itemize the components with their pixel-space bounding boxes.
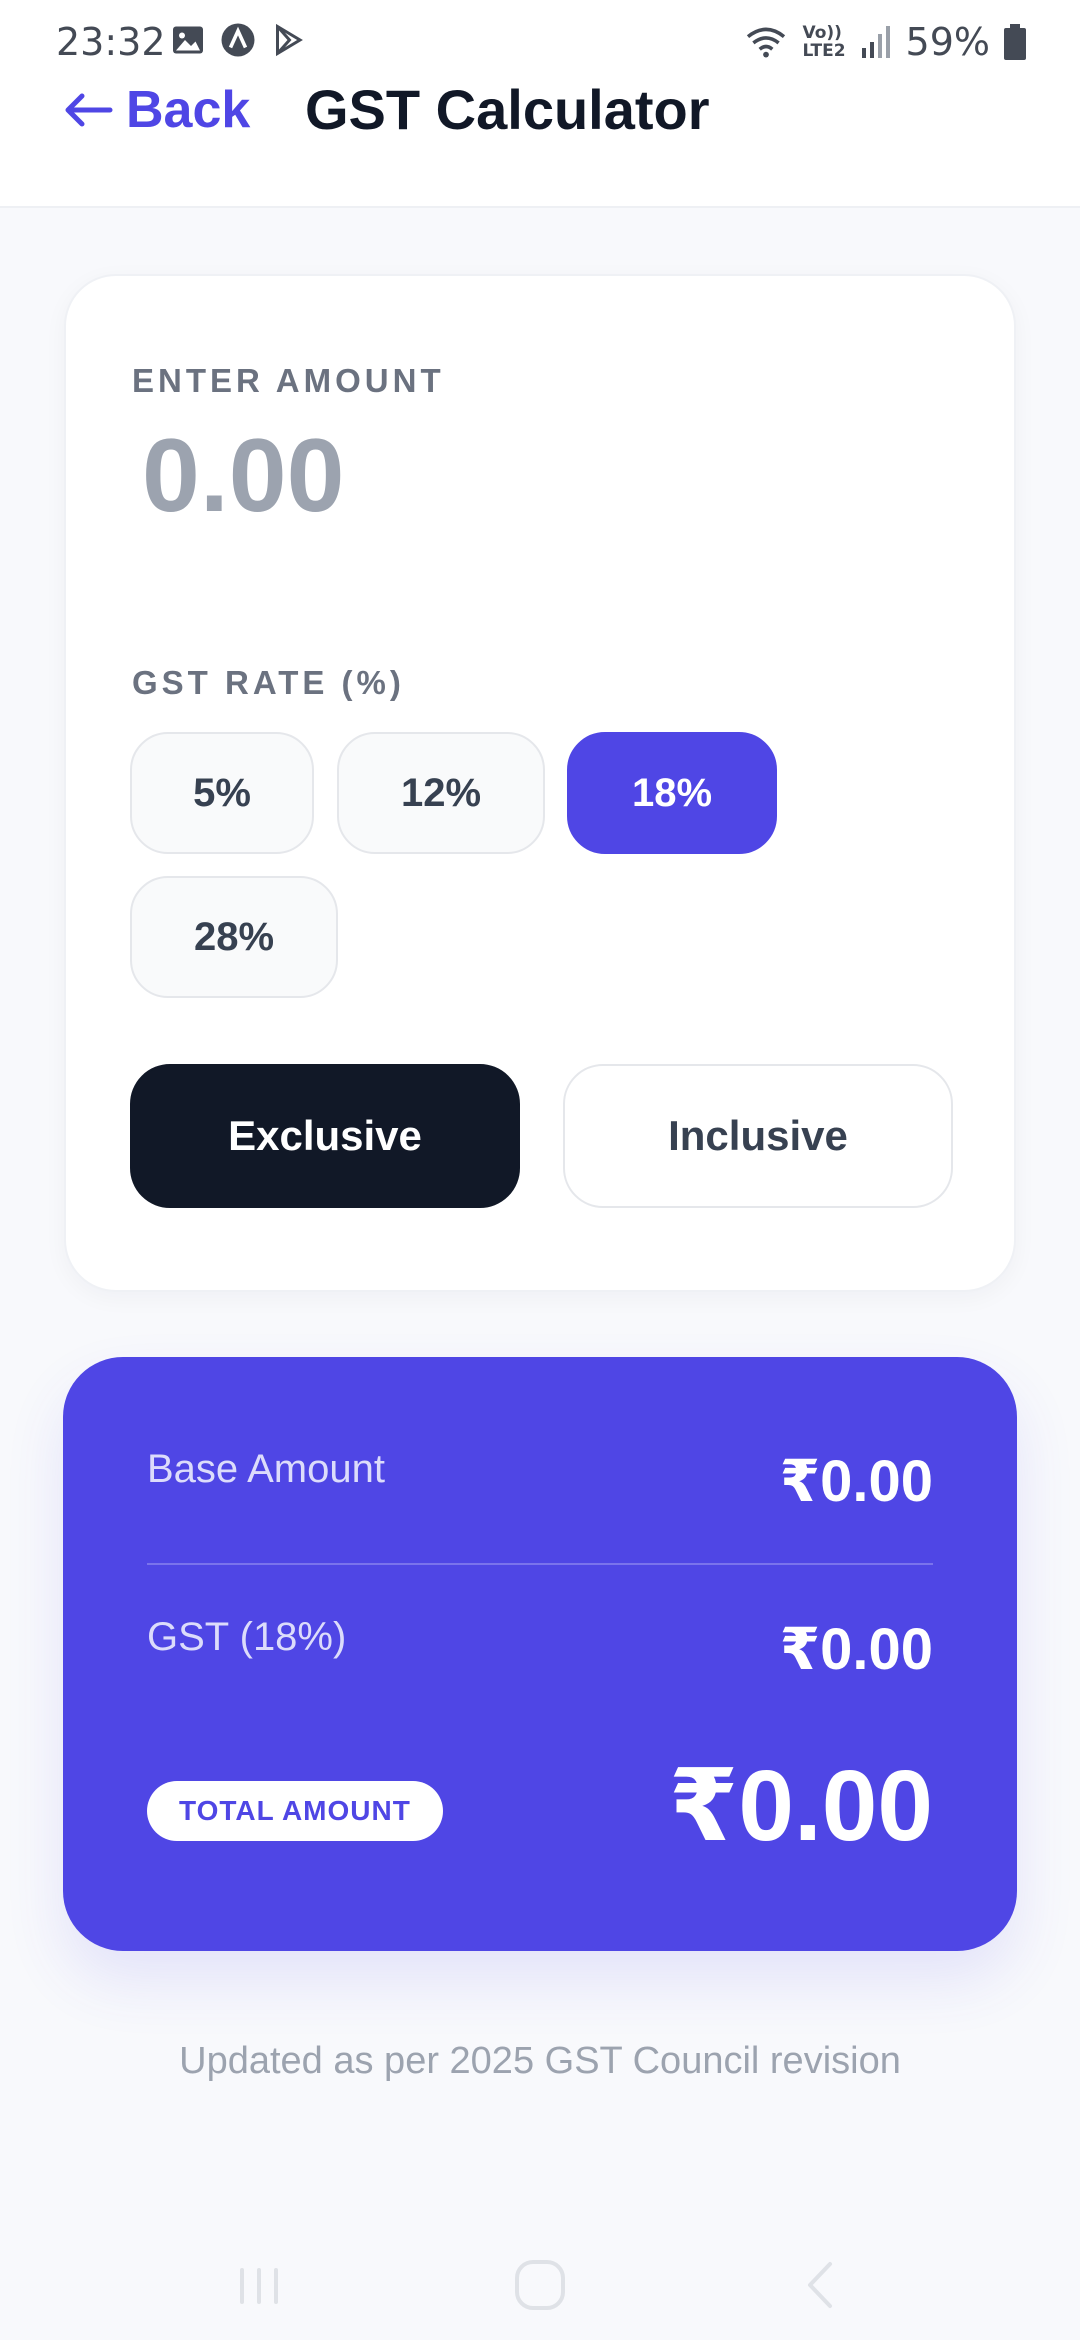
input-card: ENTER AMOUNT GST RATE (%) 5% 12% 18% 28%… (64, 274, 1016, 1292)
status-system-icons: Vo)) LTE2 59% (744, 20, 1026, 64)
results-card: Base Amount ₹0.00 GST (18%) ₹0.00 TOTAL … (63, 1357, 1017, 1951)
rate-option-label: 5% (193, 770, 251, 815)
status-time: 23:32 (56, 20, 166, 64)
rate-option-12[interactable]: 12% (337, 732, 545, 854)
nav-back-icon[interactable] (786, 2250, 856, 2320)
results-divider (147, 1563, 933, 1565)
gst-amount-label: GST (18%) (147, 1615, 347, 1659)
arrow-left-icon (65, 93, 113, 127)
volte-icon: Vo)) LTE2 (802, 23, 846, 61)
base-amount-value: ₹0.00 (779, 1449, 933, 1514)
battery-icon (1004, 24, 1026, 60)
back-button-label: Back (126, 81, 251, 139)
signal-icon (861, 26, 890, 58)
page-title: GST Calculator (305, 78, 710, 141)
gst-rate-label: GST RATE (%) (132, 664, 405, 701)
system-navigation-bar (0, 2230, 1080, 2340)
exclusive-mode-button[interactable]: Exclusive (130, 1064, 520, 1208)
rate-option-label: 18% (631, 770, 713, 815)
inclusive-mode-button[interactable]: Inclusive (563, 1064, 953, 1208)
revision-note: Updated as per 2025 GST Council revision (179, 2040, 901, 2082)
battery-percentage: 59% (905, 20, 990, 64)
status-notification-icons (170, 22, 306, 58)
rate-option-label: 28% (193, 914, 275, 959)
wifi-icon (747, 27, 786, 58)
play-store-icon (276, 23, 303, 57)
app-header-bar: 23:32 Vo)) LTE2 59% Back GST Calculator (0, 0, 1080, 208)
total-amount-value: ₹0.00 (668, 1750, 933, 1862)
back-button[interactable]: Back (62, 70, 250, 150)
recent-apps-icon[interactable] (224, 2250, 294, 2320)
gallery-icon (173, 26, 203, 54)
rate-option-28[interactable]: 28% (130, 876, 338, 998)
rate-option-18[interactable]: 18% (567, 732, 777, 854)
base-amount-label: Base Amount (147, 1447, 385, 1491)
rate-option-5[interactable]: 5% (130, 732, 314, 854)
inclusive-mode-label: Inclusive (668, 1112, 848, 1159)
amount-input[interactable] (132, 406, 952, 546)
amount-label: ENTER AMOUNT (132, 362, 445, 399)
rate-option-label: 12% (400, 770, 482, 815)
total-amount-label: TOTAL AMOUNT (179, 1795, 411, 1826)
page-header: Back GST Calculator (0, 70, 1080, 170)
exclusive-mode-label: Exclusive (228, 1112, 422, 1159)
gst-amount-value: ₹0.00 (779, 1617, 933, 1682)
total-amount-badge: TOTAL AMOUNT (147, 1781, 443, 1841)
home-icon[interactable] (505, 2250, 575, 2320)
app-a-icon (221, 23, 255, 57)
